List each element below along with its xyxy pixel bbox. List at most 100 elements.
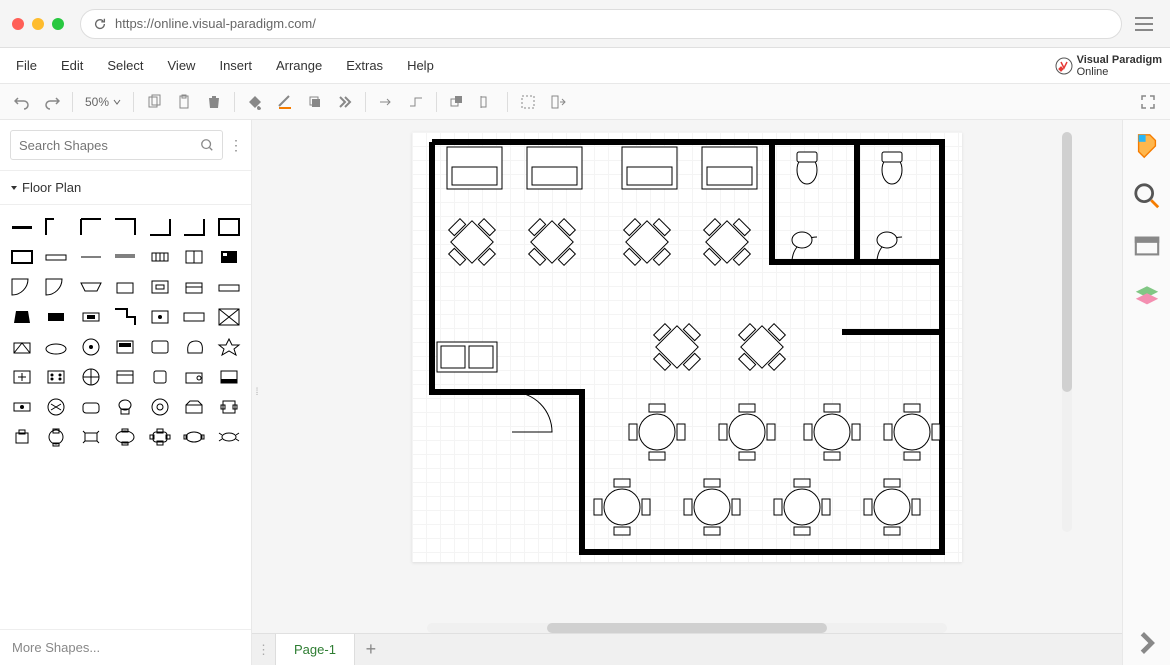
shape-palette-item[interactable]	[215, 305, 243, 329]
select-region-button[interactable]	[514, 88, 542, 116]
shape-palette-item[interactable]	[215, 245, 243, 269]
menu-help[interactable]: Help	[395, 48, 446, 84]
search-shapes-box[interactable]	[10, 130, 223, 160]
shape-palette-item[interactable]	[111, 215, 139, 239]
shape-palette-item[interactable]	[180, 305, 208, 329]
shape-palette-item[interactable]	[111, 395, 139, 419]
shape-palette-item[interactable]	[77, 215, 105, 239]
shape-palette-item[interactable]	[8, 215, 36, 239]
shape-palette-item[interactable]	[215, 335, 243, 359]
delete-button[interactable]	[200, 88, 228, 116]
format-panel-button[interactable]	[1133, 132, 1161, 160]
menu-file[interactable]: File	[4, 48, 49, 84]
close-window-button[interactable]	[12, 18, 24, 30]
drawing-canvas[interactable]	[412, 132, 962, 562]
menu-view[interactable]: View	[156, 48, 208, 84]
menu-extras[interactable]: Extras	[334, 48, 395, 84]
copy-button[interactable]	[140, 88, 168, 116]
menu-insert[interactable]: Insert	[207, 48, 264, 84]
select-same-button[interactable]	[544, 88, 572, 116]
shape-palette-item[interactable]	[215, 215, 243, 239]
shape-palette-item[interactable]	[8, 425, 36, 449]
undo-button[interactable]	[8, 88, 36, 116]
layers-panel-button[interactable]	[1133, 282, 1161, 310]
fullscreen-button[interactable]	[1134, 88, 1162, 116]
search-panel-button[interactable]	[1133, 182, 1161, 210]
shape-palette-item[interactable]	[111, 275, 139, 299]
shape-palette-item[interactable]	[180, 215, 208, 239]
vertical-scrollbar[interactable]	[1062, 132, 1072, 532]
shape-palette-item[interactable]	[77, 335, 105, 359]
shape-palette-item[interactable]	[146, 395, 174, 419]
shape-palette-item[interactable]	[77, 245, 105, 269]
shape-palette-item[interactable]	[146, 245, 174, 269]
shape-palette-item[interactable]	[77, 425, 105, 449]
shape-palette-item[interactable]	[77, 395, 105, 419]
shadow-button[interactable]	[301, 88, 329, 116]
add-page-button[interactable]: +	[355, 634, 387, 665]
shape-palette-item[interactable]	[42, 275, 70, 299]
shape-palette-item[interactable]	[77, 275, 105, 299]
shape-palette-item[interactable]	[180, 335, 208, 359]
shape-palette-item[interactable]	[8, 305, 36, 329]
shape-palette-item[interactable]	[146, 215, 174, 239]
shape-palette-item[interactable]	[42, 245, 70, 269]
shape-palette-item[interactable]	[180, 365, 208, 389]
shape-palette-item[interactable]	[111, 245, 139, 269]
shape-palette-item[interactable]	[42, 305, 70, 329]
outline-panel-button[interactable]	[1133, 232, 1161, 260]
expand-panel-button[interactable]	[1133, 629, 1161, 657]
shape-palette-item[interactable]	[180, 395, 208, 419]
line-color-button[interactable]	[271, 88, 299, 116]
shape-palette-item[interactable]	[111, 305, 139, 329]
shape-palette-item[interactable]	[42, 425, 70, 449]
shape-palette-item[interactable]	[146, 275, 174, 299]
more-shapes-button[interactable]: More Shapes...	[0, 629, 251, 665]
shape-palette-item[interactable]	[111, 425, 139, 449]
browser-menu-button[interactable]	[1130, 10, 1158, 38]
search-shapes-input[interactable]	[19, 138, 200, 153]
category-floor-plan[interactable]: Floor Plan	[0, 171, 251, 205]
paste-button[interactable]	[170, 88, 198, 116]
menu-select[interactable]: Select	[95, 48, 155, 84]
shape-palette-item[interactable]	[42, 335, 70, 359]
horizontal-scrollbar[interactable]	[427, 623, 947, 633]
shape-palette-item[interactable]	[77, 365, 105, 389]
connector-end-button[interactable]	[372, 88, 400, 116]
shape-palette-item[interactable]	[111, 335, 139, 359]
shape-palette-item[interactable]	[215, 365, 243, 389]
tab-page-1[interactable]: Page-1	[276, 634, 355, 665]
align-button[interactable]	[473, 88, 501, 116]
shape-palette-item[interactable]	[111, 365, 139, 389]
shape-palette-item[interactable]	[180, 275, 208, 299]
redo-button[interactable]	[38, 88, 66, 116]
shape-palette-item[interactable]	[42, 365, 70, 389]
shape-palette-item[interactable]	[180, 425, 208, 449]
menu-arrange[interactable]: Arrange	[264, 48, 334, 84]
shape-palette-item[interactable]	[8, 335, 36, 359]
to-front-button[interactable]	[443, 88, 471, 116]
url-bar[interactable]: https://online.visual-paradigm.com/	[80, 9, 1122, 39]
maximize-window-button[interactable]	[52, 18, 64, 30]
shape-palette-item[interactable]	[180, 245, 208, 269]
shape-palette-item[interactable]	[8, 365, 36, 389]
shape-palette-item[interactable]	[215, 275, 243, 299]
shape-palette-item[interactable]	[146, 425, 174, 449]
shape-palette-item[interactable]	[77, 305, 105, 329]
search-options-button[interactable]: ⋮	[229, 137, 241, 154]
shape-palette-item[interactable]	[146, 305, 174, 329]
connector-waypoint-button[interactable]	[402, 88, 430, 116]
minimize-window-button[interactable]	[32, 18, 44, 30]
shape-palette-item[interactable]	[146, 365, 174, 389]
shape-palette-item[interactable]	[8, 395, 36, 419]
shape-palette-item[interactable]	[215, 425, 243, 449]
zoom-selector[interactable]: 50%	[79, 95, 127, 109]
shape-palette-item[interactable]	[146, 335, 174, 359]
shape-palette-item[interactable]	[8, 245, 36, 269]
fill-color-button[interactable]	[241, 88, 269, 116]
menu-edit[interactable]: Edit	[49, 48, 95, 84]
shape-palette-item[interactable]	[215, 395, 243, 419]
shape-palette-item[interactable]	[42, 395, 70, 419]
shape-palette-item[interactable]	[8, 275, 36, 299]
shape-palette-item[interactable]	[42, 215, 70, 239]
